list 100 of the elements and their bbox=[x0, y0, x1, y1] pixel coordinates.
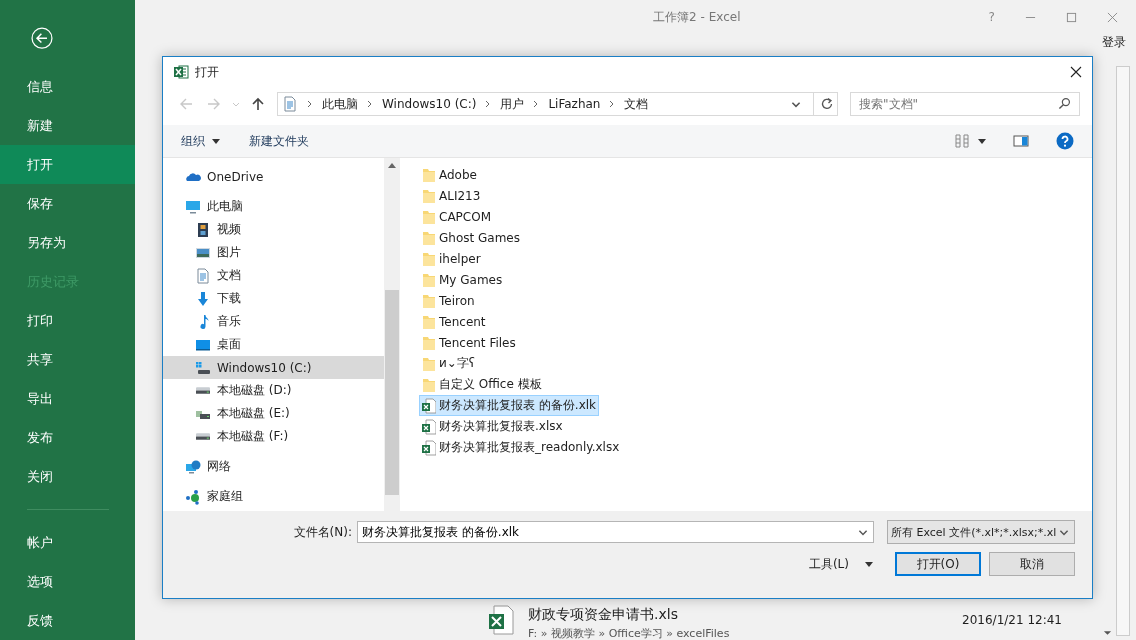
breadcrumb-item[interactable]: 用户 bbox=[500, 95, 525, 113]
organize-menu[interactable]: 组织 bbox=[181, 132, 205, 150]
drive-icon bbox=[196, 433, 210, 440]
nav-tree-item[interactable]: 下载 bbox=[163, 287, 384, 310]
drive-icon bbox=[196, 387, 210, 394]
sidebar-item[interactable]: 新建 bbox=[0, 106, 135, 146]
sidebar-item[interactable]: 另存为 bbox=[0, 223, 135, 263]
file-list-item[interactable]: Ghost Games bbox=[419, 227, 523, 248]
maximize-icon[interactable] bbox=[1066, 11, 1077, 23]
file-list-item[interactable]: ALI213 bbox=[419, 185, 484, 206]
caret-icon[interactable] bbox=[978, 138, 986, 144]
breadcrumb-item[interactable]: 文档 bbox=[624, 95, 649, 113]
file-type-dropdown[interactable]: 所有 Excel 文件(*.xl*;*.xlsx;*.xl bbox=[887, 520, 1075, 544]
nav-tree-item[interactable]: 音乐 bbox=[163, 310, 384, 333]
file-list-item[interactable]: Tencent Files bbox=[419, 332, 519, 353]
network-icon bbox=[185, 458, 201, 475]
folder-icon bbox=[422, 208, 436, 225]
search-icon bbox=[1058, 97, 1071, 110]
drive-icon bbox=[195, 359, 211, 376]
preview-pane-icon[interactable] bbox=[1013, 134, 1029, 148]
nav-tree-item[interactable]: 图片 bbox=[163, 241, 384, 264]
nav-tree-item[interactable]: 家庭组 bbox=[163, 485, 384, 508]
sidebar-item[interactable]: 共享 bbox=[0, 340, 135, 380]
nav-tree-item[interactable]: 桌面 bbox=[163, 333, 384, 356]
search-field[interactable]: 搜索"文档" bbox=[850, 92, 1080, 116]
breadcrumb-item[interactable]: LiFazhan bbox=[548, 97, 601, 111]
document-icon bbox=[282, 96, 298, 112]
file-list-item[interactable]: Adobe bbox=[419, 164, 480, 185]
file-name: 财政专项资金申请书.xls bbox=[528, 605, 679, 624]
chevron-right-icon bbox=[307, 100, 313, 108]
folder-icon bbox=[422, 229, 436, 246]
sidebar-item[interactable]: 选项 bbox=[0, 562, 135, 601]
folder-icon bbox=[422, 376, 436, 393]
document-icon bbox=[195, 267, 211, 284]
file-date: 2016/1/21 12:41 bbox=[962, 613, 1062, 627]
excel-file-icon bbox=[422, 397, 436, 414]
nav-tree-item[interactable]: OneDrive bbox=[163, 165, 384, 188]
sidebar-item[interactable]: 打开 bbox=[0, 145, 135, 185]
breadcrumb-item[interactable]: 此电脑 bbox=[322, 95, 358, 113]
scroll-down-icon[interactable] bbox=[1103, 630, 1112, 636]
open-button[interactable]: 打开(O) bbox=[895, 552, 981, 576]
file-list-item[interactable]: Teiron bbox=[419, 290, 478, 311]
sign-in-link[interactable]: 登录 bbox=[1102, 34, 1126, 51]
file-path: F: » 视频教学 » Office学习 » excelFiles bbox=[528, 625, 731, 640]
file-list-item[interactable]: 自定义 Office 模板 bbox=[419, 374, 545, 395]
nav-tree-item[interactable]: 本地磁盘 (D:) bbox=[163, 379, 384, 402]
caret-icon[interactable] bbox=[865, 561, 873, 567]
file-list-item[interactable]: 财务决算批复报表 的备份.xlk bbox=[419, 395, 599, 416]
chevron-right-icon bbox=[485, 100, 492, 108]
nav-tree-item[interactable]: Windows10 (C:) bbox=[163, 356, 384, 379]
folder-icon bbox=[422, 355, 436, 372]
nav-tree-item[interactable]: 本地磁盘 (F:) bbox=[163, 425, 384, 448]
folder-icon bbox=[422, 292, 436, 309]
sidebar-item[interactable]: 关闭 bbox=[0, 457, 135, 497]
film-icon bbox=[195, 221, 211, 238]
sidebar-item[interactable]: 反馈 bbox=[0, 601, 135, 640]
sidebar-item[interactable]: 发布 bbox=[0, 418, 135, 458]
caret-icon bbox=[212, 138, 220, 144]
sidebar-item[interactable]: 打印 bbox=[0, 301, 135, 341]
file-list-item[interactable]: CAPCOM bbox=[419, 206, 494, 227]
file-list-item[interactable]: My Games bbox=[419, 269, 506, 290]
cancel-button[interactable]: 取消 bbox=[989, 552, 1075, 576]
up-arrow-icon[interactable] bbox=[251, 97, 265, 111]
file-list-item[interactable]: Tencent bbox=[419, 311, 489, 332]
scrollbar[interactable] bbox=[384, 158, 400, 511]
dialog-title: 打开 bbox=[195, 63, 219, 81]
monitor-icon bbox=[185, 198, 201, 215]
down-arrow-icon bbox=[195, 290, 211, 307]
window-title: 工作簿2 - Excel bbox=[652, 8, 741, 26]
scroll-up-icon[interactable] bbox=[388, 163, 396, 168]
file-list-item[interactable]: ihelper bbox=[419, 248, 484, 269]
file-name-field[interactable]: 财务决算批复报表 的备份.xlk bbox=[357, 521, 874, 543]
folder-icon bbox=[422, 250, 436, 267]
nav-tree-item[interactable]: 网络 bbox=[163, 455, 384, 478]
address-bar[interactable]: 此电脑 Windows10 (C:) 用户 LiFazhan 文档 bbox=[277, 92, 838, 116]
recent-file-item[interactable]: 财政专项资金申请书.xls F: » 视频教学 » Office学习 » excelFiles 2016/1/21 12:41 bbox=[455, 600, 1114, 640]
folder-icon bbox=[422, 334, 436, 351]
nav-tree-item[interactable]: 此电脑 bbox=[163, 195, 384, 218]
sidebar-item[interactable]: 信息 bbox=[0, 67, 135, 107]
sidebar-item[interactable]: 帐户 bbox=[0, 523, 135, 562]
folder-icon bbox=[422, 271, 436, 288]
nav-tree-item[interactable]: 文档 bbox=[163, 264, 384, 287]
breadcrumb-item[interactable]: Windows10 (C:) bbox=[382, 97, 477, 111]
file-list-item[interactable]: и⌄字ʕ bbox=[419, 353, 478, 374]
sidebar-item[interactable]: 保存 bbox=[0, 184, 135, 224]
file-name-label: 文件名(N): bbox=[293, 523, 352, 541]
scrollbar[interactable] bbox=[1116, 66, 1130, 636]
tools-menu[interactable]: 工具(L) bbox=[808, 555, 849, 573]
nav-tree-item[interactable]: 视频 bbox=[163, 218, 384, 241]
close-icon[interactable] bbox=[1070, 66, 1082, 78]
new-folder-button[interactable]: 新建文件夹 bbox=[249, 132, 309, 150]
folder-icon bbox=[422, 187, 436, 204]
file-list-item[interactable]: 财务决算批复报表.xlsx bbox=[419, 416, 566, 437]
sidebar-item[interactable]: 导出 bbox=[0, 379, 135, 419]
help-icon[interactable] bbox=[1056, 132, 1074, 150]
folder-icon bbox=[422, 313, 436, 330]
file-list-item[interactable]: 财务决算批复报表_readonly.xlsx bbox=[419, 437, 623, 458]
chevron-right-icon bbox=[367, 100, 373, 108]
nav-tree-item[interactable]: 本地磁盘 (E:) bbox=[163, 402, 384, 425]
excel-icon bbox=[173, 64, 189, 80]
